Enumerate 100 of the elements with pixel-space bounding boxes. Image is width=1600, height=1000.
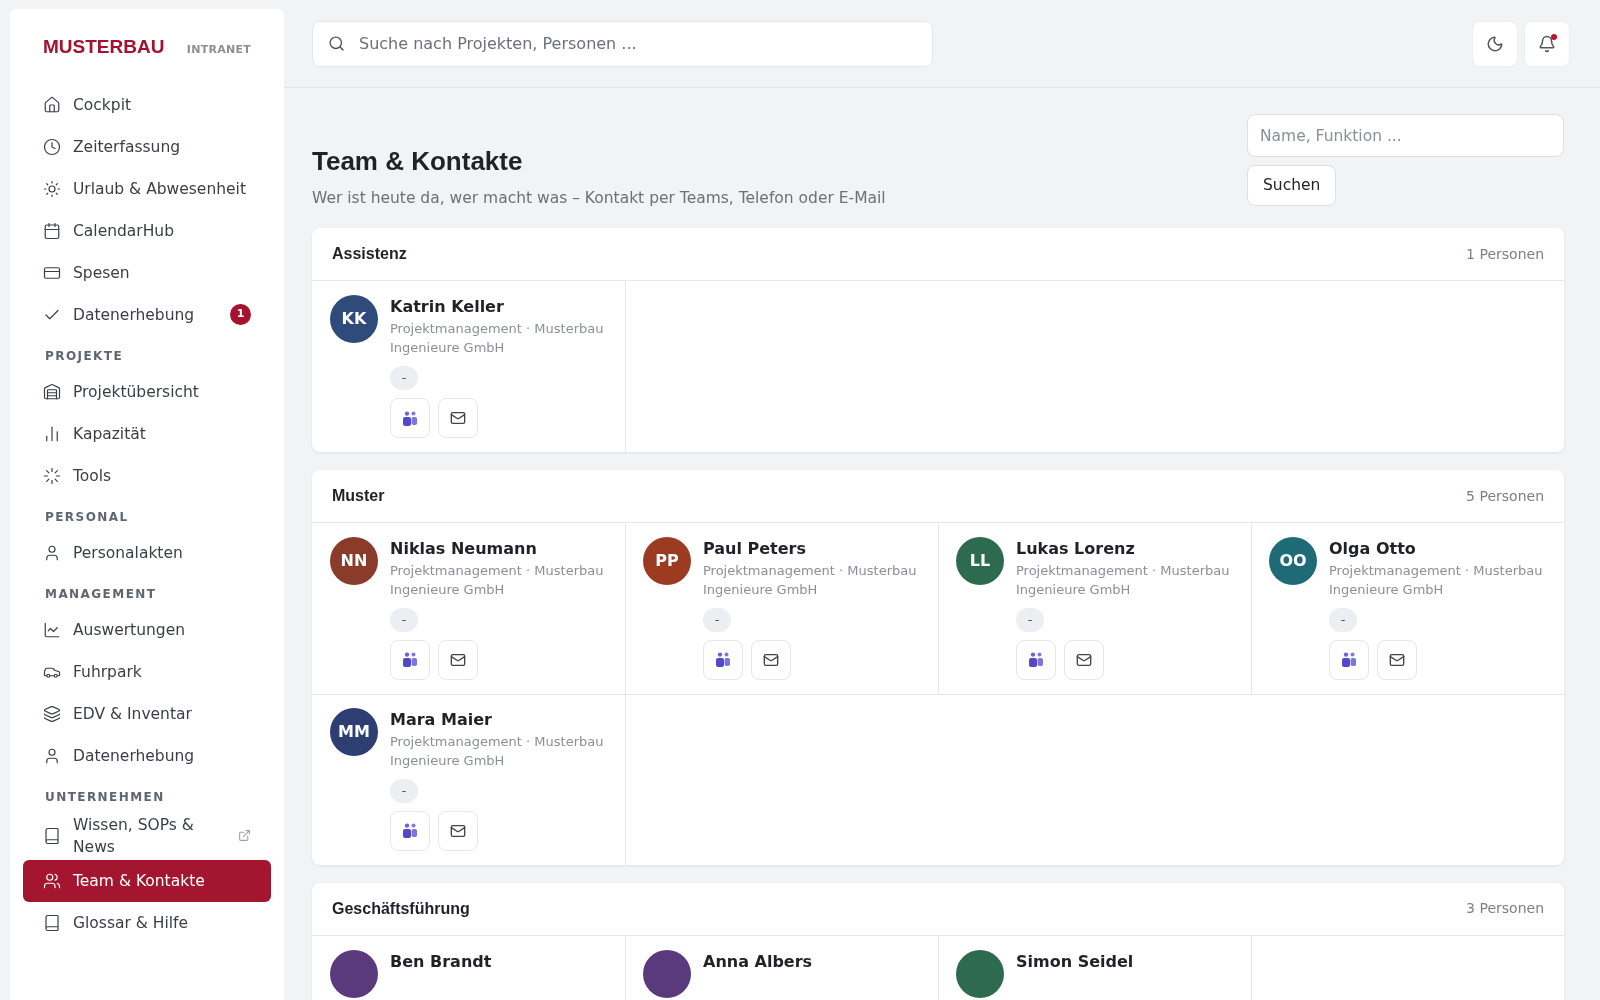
house-icon: [43, 95, 61, 114]
status-chip: -: [390, 607, 418, 632]
group-title: Muster: [332, 486, 385, 506]
status-chip: -: [1329, 607, 1357, 632]
search-field[interactable]: Suche nach Projekten, Personen ...: [312, 20, 933, 67]
theme-toggle-button[interactable]: [1472, 20, 1518, 67]
teams-button[interactable]: [1016, 639, 1056, 680]
group-title: Geschäftsführung: [332, 898, 470, 919]
person-name: Lukas Lorenz: [1016, 538, 1136, 560]
status-chip: -: [390, 778, 418, 803]
people-icon: [715, 652, 731, 668]
user-icon: [43, 543, 61, 562]
group-count: 3 Personen: [1466, 899, 1544, 918]
group-title: Assistenz: [332, 244, 407, 265]
book-icon: [43, 826, 61, 845]
notification-button[interactable]: [1524, 20, 1570, 67]
mail-icon: [450, 410, 466, 426]
nav-item[interactable]: Zeiterfassung: [23, 125, 271, 168]
teams-button[interactable]: [390, 810, 430, 851]
person-role: Projektmanagement · Musterbau Ingenieure GmbH: [1016, 562, 1231, 599]
nav-section-heading: PERSONAL: [44, 508, 130, 526]
nav-item[interactable]: Urlaub & Abwesenheit: [23, 167, 271, 210]
person-name: Simon Seidel: [1016, 950, 1134, 973]
calendar-icon: [43, 221, 61, 240]
people-icon: [402, 410, 418, 426]
brand-logo: MUSTERBAU: [43, 35, 165, 59]
building-icon: [43, 382, 61, 401]
person-role: Projektmanagement · Musterbau Ingenieure GmbH: [390, 562, 605, 599]
nav-section-heading: PROJEKTE: [44, 347, 125, 365]
person-role: Projektmanagement · Musterbau Ingenieure GmbH: [390, 320, 605, 358]
teams-button[interactable]: [1329, 639, 1369, 680]
nav-item[interactable]: Projektübersicht: [23, 370, 271, 413]
nav-item[interactable]: Datenerhebung: [23, 734, 271, 777]
people-icon: [402, 652, 418, 668]
nav-section-heading: MANAGEMENT: [44, 585, 158, 603]
filter-field[interactable]: Name, Funktion ...: [1247, 114, 1564, 157]
person-role: Projektmanagement · Musterbau Ingenieure GmbH: [703, 562, 918, 599]
nav-item[interactable]: Datenerhebung 1: [23, 293, 271, 336]
teams-button[interactable]: [390, 639, 430, 680]
mail-button[interactable]: [438, 810, 478, 851]
search-button[interactable]: Suchen: [1247, 165, 1337, 206]
mail-button[interactable]: [1377, 639, 1417, 680]
teams-button[interactable]: [390, 398, 430, 438]
status-chip: -: [703, 607, 731, 632]
search-icon: [328, 34, 345, 52]
nav-item[interactable]: Team & Kontakte: [23, 859, 271, 902]
group-count: 5 Personen: [1466, 486, 1544, 506]
teams-button[interactable]: [703, 639, 743, 680]
status-chip: -: [1016, 607, 1044, 632]
mail-icon: [450, 651, 466, 668]
users-icon: [43, 871, 61, 890]
nav-item[interactable]: Personalakten: [23, 531, 271, 574]
person-role: Projektmanagement · Musterbau Ingenieure GmbH: [390, 732, 605, 770]
mail-button[interactable]: [438, 639, 478, 680]
brand-tag: INTRANET: [186, 42, 251, 59]
mail-button[interactable]: [438, 398, 478, 438]
people-icon: [402, 823, 418, 838]
page-subtitle: Wer ist heute da, wer macht was – Kontakt per Teams, Telefon oder E-Mail: [312, 188, 886, 209]
nav-item[interactable]: Kapazität: [23, 412, 271, 455]
user-icon: [43, 746, 61, 765]
person-name: Katrin Keller: [390, 296, 505, 319]
clock-icon: [43, 137, 61, 156]
nav-item[interactable]: Spesen: [23, 251, 271, 294]
group-count: 1 Personen: [1466, 244, 1544, 264]
loader-icon: [43, 466, 61, 485]
nav-item[interactable]: Cockpit: [23, 83, 271, 126]
nav-item[interactable]: Wissen, SOPs & News: [23, 811, 271, 860]
line-chart-icon: [43, 620, 61, 639]
avatar: PP: [643, 537, 691, 585]
mail-icon: [1389, 651, 1405, 668]
mail-icon: [763, 651, 779, 668]
nav-section-heading: UNTERNEHMEN: [44, 788, 166, 806]
avatar: LL: [956, 537, 1004, 585]
layers-icon: [43, 704, 61, 723]
mail-icon: [1076, 651, 1092, 668]
nav-item[interactable]: Auswertungen: [23, 608, 271, 651]
person-name: Ben Brandt: [390, 950, 492, 973]
avatar: NN: [330, 537, 378, 585]
people-icon: [1028, 652, 1044, 668]
nav-badge: 1: [230, 304, 251, 325]
avatar: MM: [330, 707, 378, 756]
nav-item[interactable]: Tools: [23, 454, 271, 497]
book-icon: [43, 913, 61, 932]
nav-item[interactable]: CalendarHub: [23, 209, 271, 252]
nav-item[interactable]: Fuhrpark: [23, 650, 271, 693]
people-icon: [1341, 652, 1357, 668]
person-name: Paul Peters: [703, 538, 808, 560]
person-name: Niklas Neumann: [390, 538, 538, 560]
mail-button[interactable]: [751, 639, 791, 680]
avatar: KK: [330, 295, 378, 344]
person-name: Anna Albers: [703, 950, 813, 973]
mail-button[interactable]: [1064, 639, 1104, 680]
nav-item[interactable]: Glossar & Hilfe: [23, 901, 271, 944]
avatar: OO: [1269, 537, 1317, 585]
nav-item[interactable]: EDV & Inventar: [23, 692, 271, 735]
person-name: Mara Maier: [390, 708, 493, 731]
status-chip: -: [390, 366, 418, 390]
page-title: Team & Kontakte: [312, 145, 524, 178]
bar-chart-icon: [43, 424, 61, 443]
sun-icon: [43, 179, 61, 198]
